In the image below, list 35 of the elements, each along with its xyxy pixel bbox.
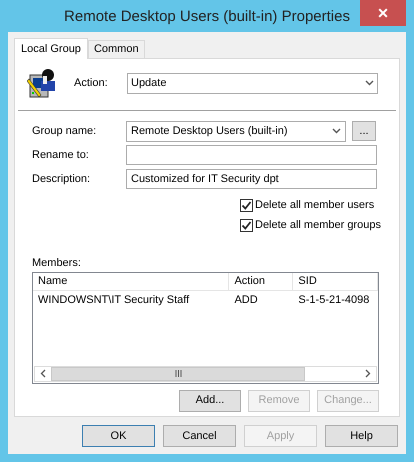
button[interactable]: Help [325, 425, 398, 447]
checkbox[interactable] [240, 199, 253, 212]
button[interactable]: Cancel [163, 425, 236, 447]
tab[interactable]: Local Group [14, 38, 88, 59]
table-cell-text: S-1-5-21-4098 [298, 292, 370, 308]
field-label: Rename to: [32, 148, 90, 163]
field-label: Group name: [32, 124, 98, 139]
checkbox-label: Delete all member groups [255, 218, 381, 234]
column-header[interactable]: Action [234, 272, 266, 290]
field-label: Description: [32, 172, 92, 187]
checkbox[interactable] [240, 219, 253, 232]
chevron-down-icon [365, 80, 374, 86]
members-label: Members: [31, 256, 81, 271]
input-field[interactable]: Customized for IT Security dpt [126, 169, 377, 189]
column-header[interactable]: Name [38, 272, 68, 290]
horizontal-scrollbar[interactable] [34, 366, 377, 382]
scrollbar-thumb[interactable] [51, 366, 305, 380]
grip-icon [174, 370, 182, 377]
table-cell-text: WINDOWSNT\IT Security Staff [38, 292, 190, 308]
action-label: Action: [74, 76, 109, 91]
column-header[interactable]: SID [298, 272, 317, 290]
table-cell-text: ADD [234, 292, 258, 308]
tab[interactable]: Common [88, 40, 145, 58]
window-title: Remote Desktop Users (built-in) Properties [64, 7, 350, 27]
close-button[interactable]: × [360, 0, 406, 26]
group-name-dropdown[interactable]: Remote Desktop Users (built-in) [126, 120, 346, 142]
input-field[interactable] [126, 145, 377, 165]
action-dropdown[interactable]: Update [127, 72, 378, 94]
button[interactable]: OK [82, 425, 155, 447]
chevron-right-icon[interactable] [365, 369, 371, 378]
browse-button[interactable]: ... [352, 121, 376, 141]
button[interactable]: Add... [179, 390, 241, 412]
chevron-left-icon[interactable] [40, 369, 46, 378]
checkbox-label: Delete all member users [255, 198, 374, 214]
chevron-down-icon [332, 128, 341, 134]
